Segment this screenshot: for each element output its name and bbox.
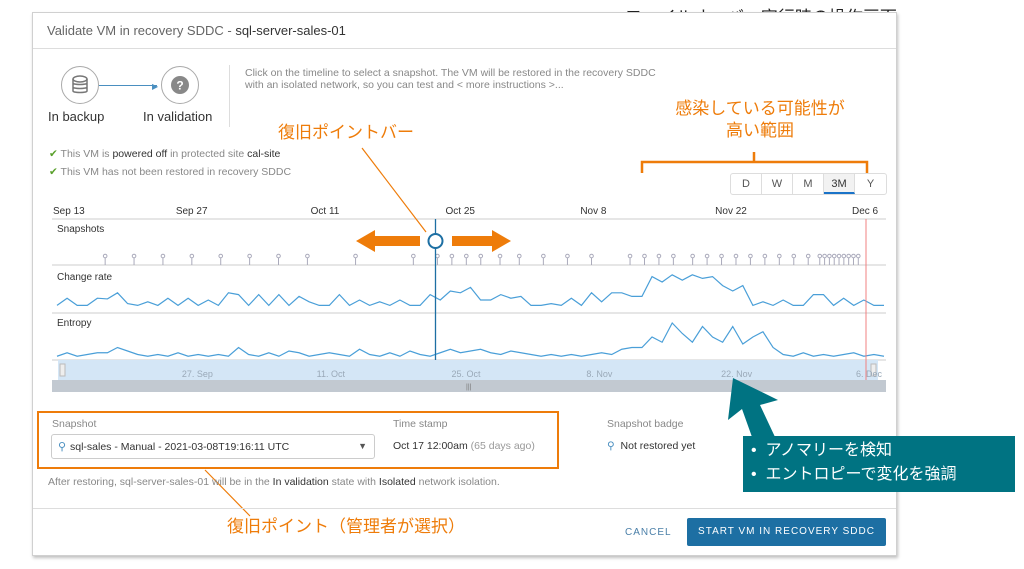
snapshot-marker[interactable] — [822, 253, 827, 259]
row-label-snapshots: Snapshots — [57, 224, 105, 235]
x-tick-label: Oct 11 — [310, 206, 340, 217]
snapshot-marker[interactable] — [478, 253, 484, 259]
snapshot-marker[interactable] — [565, 253, 570, 259]
snapshot-marker[interactable] — [762, 253, 768, 259]
snapshot-marker[interactable] — [247, 253, 252, 259]
snapshot-marker[interactable] — [131, 253, 137, 259]
x-tick-label: Sep 27 — [175, 206, 208, 217]
navigator-tick-label: 27. Sep — [181, 369, 213, 379]
restore-point-handle[interactable] — [427, 233, 444, 249]
snapshot-marker[interactable] — [704, 253, 710, 259]
callout-infection-line2: 高い範囲 — [726, 121, 794, 140]
snapshot-marker[interactable] — [855, 253, 861, 259]
snapshot-badge: ⚲ Not restored yet — [607, 440, 695, 452]
snapshot-marker[interactable] — [541, 253, 546, 259]
snapshot-marker[interactable] — [589, 253, 594, 259]
snapshot-marker[interactable] — [642, 253, 647, 259]
snapshot-marker[interactable] — [719, 253, 724, 259]
note-emph: In validation — [272, 476, 329, 488]
badge-value: Not restored yet — [620, 440, 696, 452]
snapshot-marker[interactable] — [851, 253, 856, 259]
footer-divider — [33, 508, 896, 509]
snapshot-marker[interactable] — [748, 253, 753, 259]
snapshot-marker[interactable] — [305, 253, 310, 259]
snapshot-marker[interactable] — [411, 253, 416, 259]
snapshot-marker[interactable] — [276, 253, 281, 259]
navigator-tick-label: 11. Oct — [316, 369, 346, 379]
anomaly-item: • アノマリーを検知 — [751, 442, 893, 459]
snapshot-marker[interactable] — [841, 253, 847, 259]
entropy-line — [56, 321, 885, 357]
snapshot-marker[interactable] — [733, 253, 739, 259]
snapshot-marker[interactable] — [827, 253, 832, 259]
snapshot-marker[interactable] — [817, 253, 823, 259]
snapshot-marker[interactable] — [656, 253, 662, 259]
change-rate-line — [56, 274, 884, 307]
snapshot-marker[interactable] — [516, 253, 522, 259]
snapshot-marker[interactable] — [690, 253, 695, 259]
right-arrow-icon — [452, 230, 511, 252]
restore-point-highlight — [37, 411, 559, 469]
navigator-left-handle[interactable] — [59, 363, 66, 377]
snapshot-marker[interactable] — [102, 253, 108, 259]
snapshot-marker[interactable] — [464, 253, 469, 259]
row-label-entropy: Entropy — [57, 318, 92, 329]
note-text: state with — [328, 476, 379, 488]
x-tick-label: Nov 8 — [580, 206, 607, 217]
anomaly-text: エントロピーで変化を強調 — [765, 466, 957, 483]
note-text: After restoring, sql-server-sales-01 wil… — [48, 476, 273, 488]
callout-restore-bar: 復旧ポイントバー — [278, 123, 414, 142]
start-vm-button[interactable]: START VM IN RECOVERY SDDC — [687, 518, 886, 546]
x-tick-label: Nov 22 — [715, 206, 747, 217]
cancel-button[interactable]: CANCEL — [625, 527, 672, 538]
left-arrow-icon — [356, 230, 420, 252]
navigator-tick-label: 25. Oct — [451, 369, 481, 379]
anomaly-item: • エントロピーで変化を強調 — [751, 466, 957, 483]
snapshot-marker[interactable] — [777, 253, 782, 259]
callout-restore-point: 復旧ポイント（管理者が選択） — [227, 517, 465, 536]
callout-infection: 感染している可能性が 高い範囲 — [640, 98, 880, 142]
snapshot-marker[interactable] — [449, 253, 455, 259]
snapshot-marker[interactable] — [791, 253, 797, 259]
note-emph: Isolated — [378, 476, 416, 488]
badge-label: Snapshot badge — [607, 418, 684, 430]
scrollbar-grip-icon: ||| — [466, 384, 472, 391]
snapshot-marker[interactable] — [435, 253, 440, 259]
snapshot-marker[interactable] — [671, 253, 676, 259]
range-bracket — [640, 152, 869, 173]
snapshot-marker[interactable] — [831, 253, 837, 259]
restore-note: After restoring, sql-server-sales-01 wil… — [48, 476, 500, 488]
navigator-tick-label: 8. Nov — [586, 369, 613, 379]
x-tick-label: Dec 6 — [852, 206, 879, 217]
snapshot-marker[interactable] — [218, 253, 224, 259]
snapshot-marker[interactable] — [627, 253, 633, 259]
anomaly-text: アノマリーを検知 — [765, 442, 893, 459]
snapshot-marker[interactable] — [189, 253, 195, 259]
callout-infection-line1: 感染している可能性が — [675, 99, 845, 118]
anomaly-callout: • アノマリーを検知 • エントロピーで変化を強調 — [743, 436, 1015, 492]
pin-icon: ⚲ — [607, 440, 615, 452]
snapshot-marker[interactable] — [846, 253, 851, 259]
snapshot-marker[interactable] — [805, 253, 811, 259]
snapshot-marker[interactable] — [836, 253, 842, 259]
note-text: network isolation. — [415, 476, 500, 488]
snapshot-marker[interactable] — [353, 253, 358, 259]
navigator-tick-label: 22. Nov — [721, 369, 753, 379]
snapshot-marker[interactable] — [497, 253, 503, 259]
x-tick-label: Sep 13 — [53, 206, 85, 217]
snapshot-marker[interactable] — [160, 253, 166, 259]
x-tick-label: Oct 25 — [445, 206, 475, 217]
navigator-tick-label: 6. Dec — [856, 369, 883, 379]
row-label-change-rate: Change rate — [57, 272, 113, 283]
